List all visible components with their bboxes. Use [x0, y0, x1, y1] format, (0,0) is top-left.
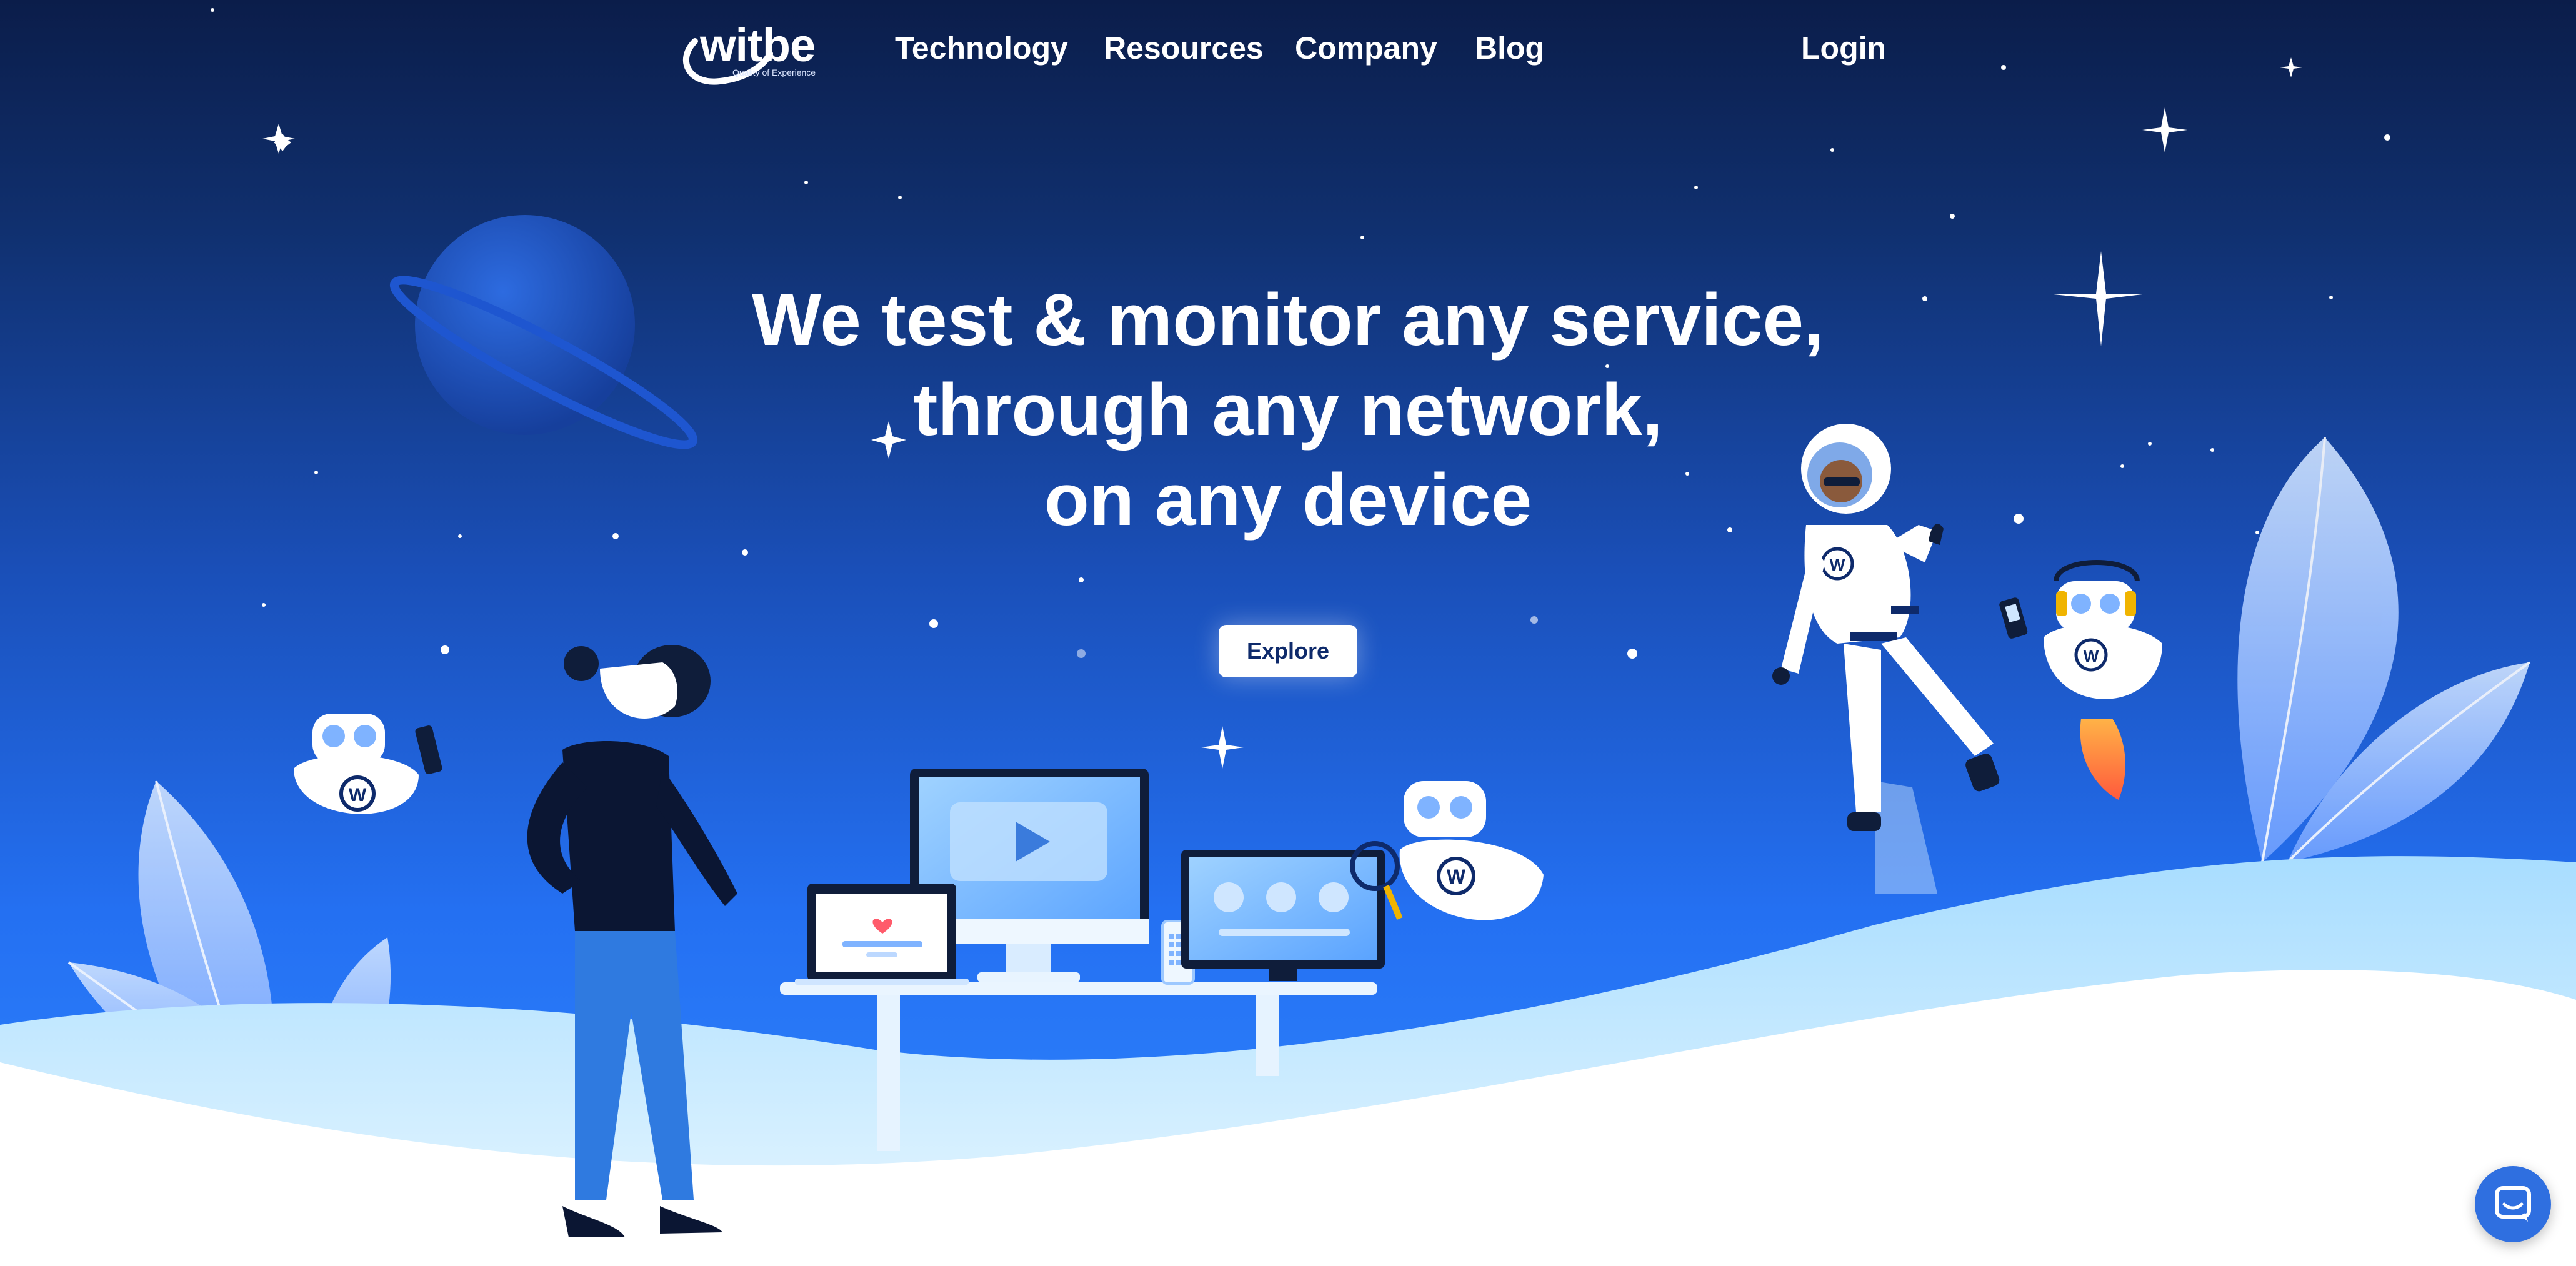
svg-text:W: W: [1447, 865, 1466, 888]
svg-text:W: W: [1830, 556, 1845, 574]
nav-item-resources[interactable]: Resources: [1104, 30, 1264, 66]
hero-line-3: on any device: [1044, 459, 1532, 541]
svg-text:W: W: [2084, 647, 2099, 665]
hero-scene: W W W W witbe Quality of Experience Tech…: [0, 0, 2576, 1266]
hero-headline: We test & monitor any service, through a…: [632, 275, 1944, 545]
svg-text:W: W: [349, 785, 367, 805]
login-link[interactable]: Login: [1801, 30, 1886, 66]
site-header: witbe Quality of Experience Technology R…: [0, 0, 2576, 106]
robot-flying: W: [1999, 560, 2162, 800]
explore-button[interactable]: Explore: [1219, 625, 1357, 677]
chat-bubble-icon: [2495, 1186, 2531, 1222]
leaves-right: [2237, 437, 2531, 864]
laptop: [795, 884, 969, 985]
chat-launcher-button[interactable]: [2475, 1166, 2551, 1242]
nav-item-technology[interactable]: Technology: [895, 30, 1068, 66]
hero-line-1: We test & monitor any service,: [752, 279, 1824, 361]
witbe-logo[interactable]: witbe Quality of Experience: [670, 16, 816, 85]
logo-wordmark: witbe: [700, 19, 816, 71]
nav-item-blog[interactable]: Blog: [1475, 30, 1544, 66]
logo-tagline: Quality of Experience: [732, 67, 816, 77]
nav-item-company[interactable]: Company: [1295, 30, 1437, 66]
hero-line-2: through any network,: [913, 369, 1663, 451]
robot-left: W: [294, 714, 442, 814]
